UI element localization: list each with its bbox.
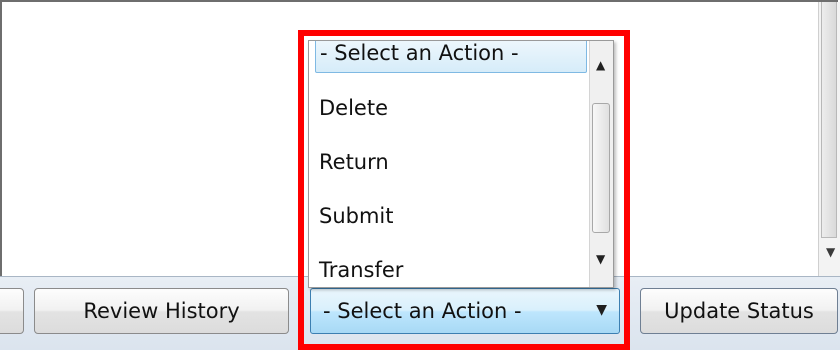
update-status-label: Update Status xyxy=(664,299,814,323)
dropdown-option-label: Submit xyxy=(319,204,394,228)
screen: ▼ Review History - Select an Action - ▼ … xyxy=(0,0,840,350)
content-scrollbar[interactable]: ▼ xyxy=(818,2,840,276)
action-dropdown-list[interactable]: - Select an Action - Delete Return Submi… xyxy=(308,40,614,288)
action-combobox-value: - Select an Action - xyxy=(323,299,522,323)
partial-button[interactable] xyxy=(0,288,24,334)
dropdown-option-submit[interactable]: Submit xyxy=(315,191,587,241)
chevron-down-icon[interactable]: ▼ xyxy=(596,302,607,318)
chevron-up-icon[interactable]: ▲ xyxy=(596,59,605,71)
review-history-button[interactable]: Review History xyxy=(34,288,289,334)
chevron-down-icon[interactable]: ▼ xyxy=(826,246,835,258)
review-history-label: Review History xyxy=(83,299,240,323)
dropdown-option-return[interactable]: Return xyxy=(315,137,587,187)
action-combobox[interactable]: - Select an Action - ▼ xyxy=(310,288,620,334)
dropdown-option-label: - Select an Action - xyxy=(320,41,519,65)
dropdown-option-label: Delete xyxy=(319,96,388,120)
dropdown-option-placeholder[interactable]: - Select an Action - xyxy=(315,41,587,73)
dropdown-option-label: Transfer xyxy=(319,258,404,282)
dropdown-scrollbar[interactable]: ▲ ▼ xyxy=(589,41,613,287)
chevron-down-icon[interactable]: ▼ xyxy=(596,253,605,265)
update-status-button[interactable]: Update Status xyxy=(640,288,838,334)
dropdown-option-label: Return xyxy=(319,150,389,174)
content-scrollbar-thumb[interactable] xyxy=(821,2,837,238)
dropdown-scrollbar-thumb[interactable] xyxy=(592,103,610,233)
dropdown-option-delete[interactable]: Delete xyxy=(315,83,587,133)
dropdown-option-transfer[interactable]: Transfer xyxy=(315,245,587,287)
